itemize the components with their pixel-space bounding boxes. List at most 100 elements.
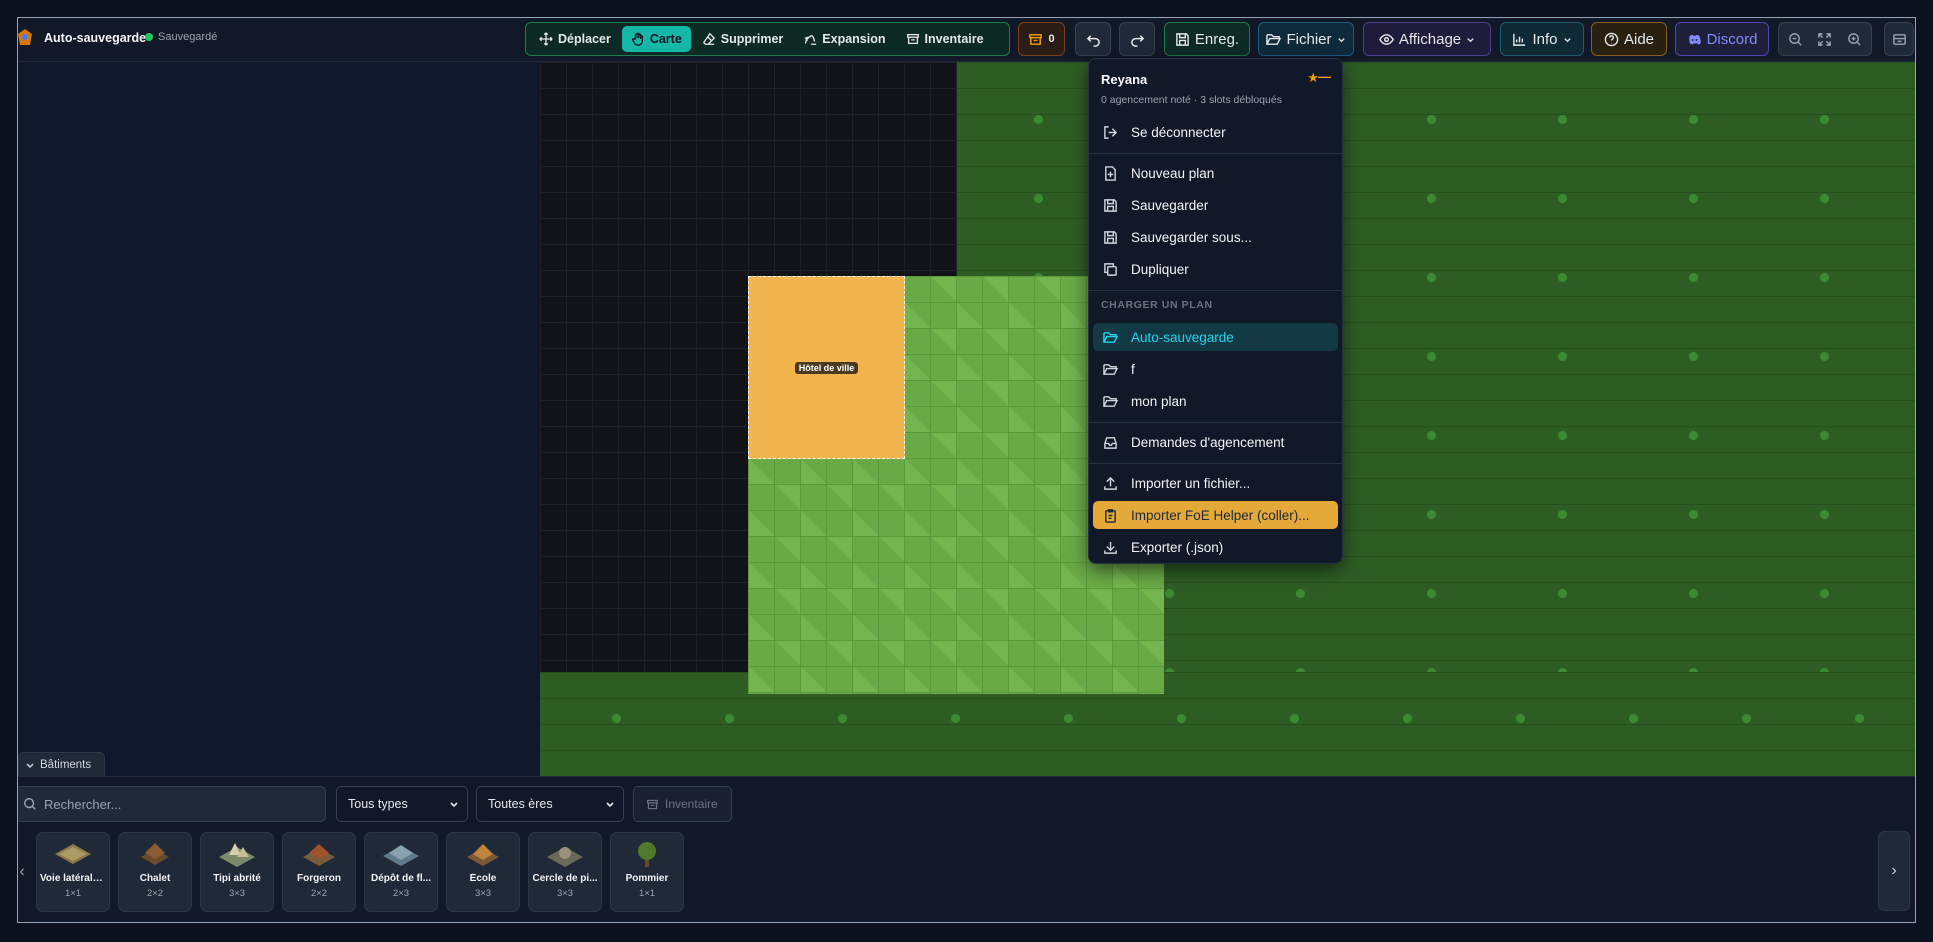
layout-requests-menu-item[interactable]: Demandes d'agencement (1093, 428, 1338, 456)
discord-button[interactable]: Discord (1675, 22, 1769, 56)
fit-screen-icon[interactable] (1817, 32, 1832, 47)
logout-label: Se déconnecter (1131, 124, 1226, 140)
expansion-icon (804, 34, 817, 45)
chevron-down-icon (606, 802, 614, 808)
import-file-menu-item[interactable]: Importer un fichier... (1093, 469, 1338, 497)
plan-item-label: mon plan (1131, 393, 1187, 409)
save-menu-item[interactable]: Sauvegarder (1093, 191, 1338, 219)
save-button[interactable]: Enreg. (1164, 22, 1250, 56)
buildings-tab-label: Bâtiments (40, 758, 92, 771)
chevron-down-icon (26, 762, 34, 768)
help-icon (1604, 32, 1619, 46)
map-tool-button[interactable]: Carte (621, 26, 691, 52)
display-label: Affichage (1398, 30, 1462, 48)
top-toolbar: Auto-sauvegarde Sauvegardé Déplacer Cart… (18, 18, 1915, 62)
load-plan-section-title: CHARGER UN PLAN (1101, 299, 1213, 311)
inventory-filter-button[interactable]: Inventaire (633, 786, 732, 822)
zoom-in-icon[interactable] (1847, 32, 1862, 47)
save-menu-label: Sauvegarder (1131, 197, 1209, 213)
panel-icon (1892, 33, 1906, 45)
duplicate-icon (1104, 262, 1117, 276)
building-thumbnail-icon (55, 844, 91, 864)
inventory-tool-button[interactable]: Inventaire (897, 26, 993, 52)
discord-label: Discord (1706, 30, 1758, 48)
save-as-icon (1104, 230, 1117, 244)
duplicate-menu-item[interactable]: Dupliquer (1093, 255, 1338, 283)
app-window: Auto-sauvegarde Sauvegardé Déplacer Cart… (17, 17, 1916, 923)
undo-icon (1086, 34, 1100, 47)
panel-toggle-button[interactable] (1884, 22, 1914, 56)
building-size: 2×2 (310, 888, 328, 899)
folder-open-icon (1103, 331, 1118, 343)
building-card[interactable]: Cercle de pi... 3×3 (528, 832, 602, 912)
era-filter-select[interactable]: Toutes ères (476, 786, 624, 822)
save-icon (1176, 32, 1189, 46)
undo-button[interactable] (1075, 22, 1111, 56)
new-plan-menu-item[interactable]: Nouveau plan (1093, 159, 1338, 187)
town-hall-building[interactable]: Hôtel de ville (748, 276, 905, 459)
chevron-down-icon (450, 802, 458, 808)
buildings-panel-tab[interactable]: Bâtiments (18, 752, 105, 776)
search-input[interactable] (44, 796, 314, 812)
building-search[interactable] (18, 786, 326, 822)
move-tool-button[interactable]: Déplacer (530, 26, 620, 52)
building-card[interactable]: Dépôt de fl... 2×3 (364, 832, 438, 912)
plan-item-label: f (1131, 361, 1135, 377)
import-foe-helper-menu-item[interactable]: Importer FoE Helper (coller)... (1093, 501, 1338, 529)
plan-item-autosave[interactable]: Auto-sauvegarde (1093, 323, 1338, 351)
building-card[interactable]: Chalet 2×2 (118, 832, 192, 912)
inbox-icon (1104, 436, 1117, 449)
building-card[interactable]: Tipi abrité 3×3 (200, 832, 274, 912)
building-card[interactable]: Forgeron 2×2 (282, 832, 356, 912)
type-filter-select[interactable]: Tous types (336, 786, 468, 822)
file-menu-button[interactable]: Fichier (1258, 22, 1354, 56)
building-name: Forgeron (297, 873, 341, 884)
building-size: 3×3 (228, 888, 246, 899)
building-size: 3×3 (556, 888, 574, 899)
logout-icon (1104, 125, 1118, 139)
building-name: Dépôt de fl... (371, 873, 431, 884)
export-json-menu-item[interactable]: Exporter (.json) (1093, 533, 1338, 561)
save-as-menu-item[interactable]: Sauvegarder sous... (1093, 223, 1338, 251)
folder-open-icon (1266, 33, 1282, 45)
folder-open-icon (1103, 395, 1118, 407)
inventory-filter-label: Inventaire (665, 797, 718, 811)
rating-dash: — (1318, 69, 1331, 84)
archive-icon (906, 33, 919, 45)
building-card[interactable]: École 3×3 (446, 832, 520, 912)
building-size: 3×3 (474, 888, 492, 899)
building-name: Tipi abrité (213, 873, 261, 884)
redo-button[interactable] (1119, 22, 1155, 56)
inventory-tool-label: Inventaire (924, 32, 984, 46)
menu-separator (1089, 153, 1342, 154)
building-size: 2×2 (146, 888, 164, 899)
archive-count: 0 (1048, 33, 1055, 45)
plan-title: Auto-sauvegarde (44, 31, 147, 45)
zoom-out-icon[interactable] (1788, 32, 1803, 47)
scroll-right-button[interactable]: › (1878, 831, 1910, 911)
folder-open-icon (1103, 363, 1118, 375)
archive-count-button[interactable]: 0 (1018, 22, 1065, 56)
help-button[interactable]: Aide (1591, 22, 1667, 56)
archive-icon (647, 799, 658, 809)
save-as-label: Sauvegarder sous... (1131, 229, 1252, 245)
expansion-tool-button[interactable]: Expansion (794, 26, 894, 52)
save-status: Sauvegardé (158, 31, 218, 43)
logout-menu-item[interactable]: Se déconnecter (1093, 118, 1338, 146)
display-menu-button[interactable]: Affichage (1363, 22, 1491, 56)
delete-tool-button[interactable]: Supprimer (693, 26, 793, 52)
expansion-tool-label: Expansion (822, 32, 886, 46)
upload-icon (1104, 476, 1117, 490)
plan-item-f[interactable]: f (1093, 355, 1338, 383)
file-menu: Reyana ★ — 0 agencement noté · 3 slots d… (1088, 58, 1343, 564)
move-tool-label: Déplacer (558, 32, 611, 46)
building-card[interactable]: Voie latérale... 1×1 (36, 832, 110, 912)
building-name: Cercle de pi... (532, 873, 598, 884)
plan-item-mon-plan[interactable]: mon plan (1093, 387, 1338, 415)
scroll-left-button[interactable]: ‹ (18, 832, 28, 912)
chart-icon (1513, 33, 1526, 46)
building-card[interactable]: Pommier 1×1 (610, 832, 684, 912)
menu-user-stats: 0 agencement noté · 3 slots débloqués (1101, 94, 1282, 106)
building-thumbnail-icon (219, 843, 255, 867)
info-menu-button[interactable]: Info (1500, 22, 1584, 56)
